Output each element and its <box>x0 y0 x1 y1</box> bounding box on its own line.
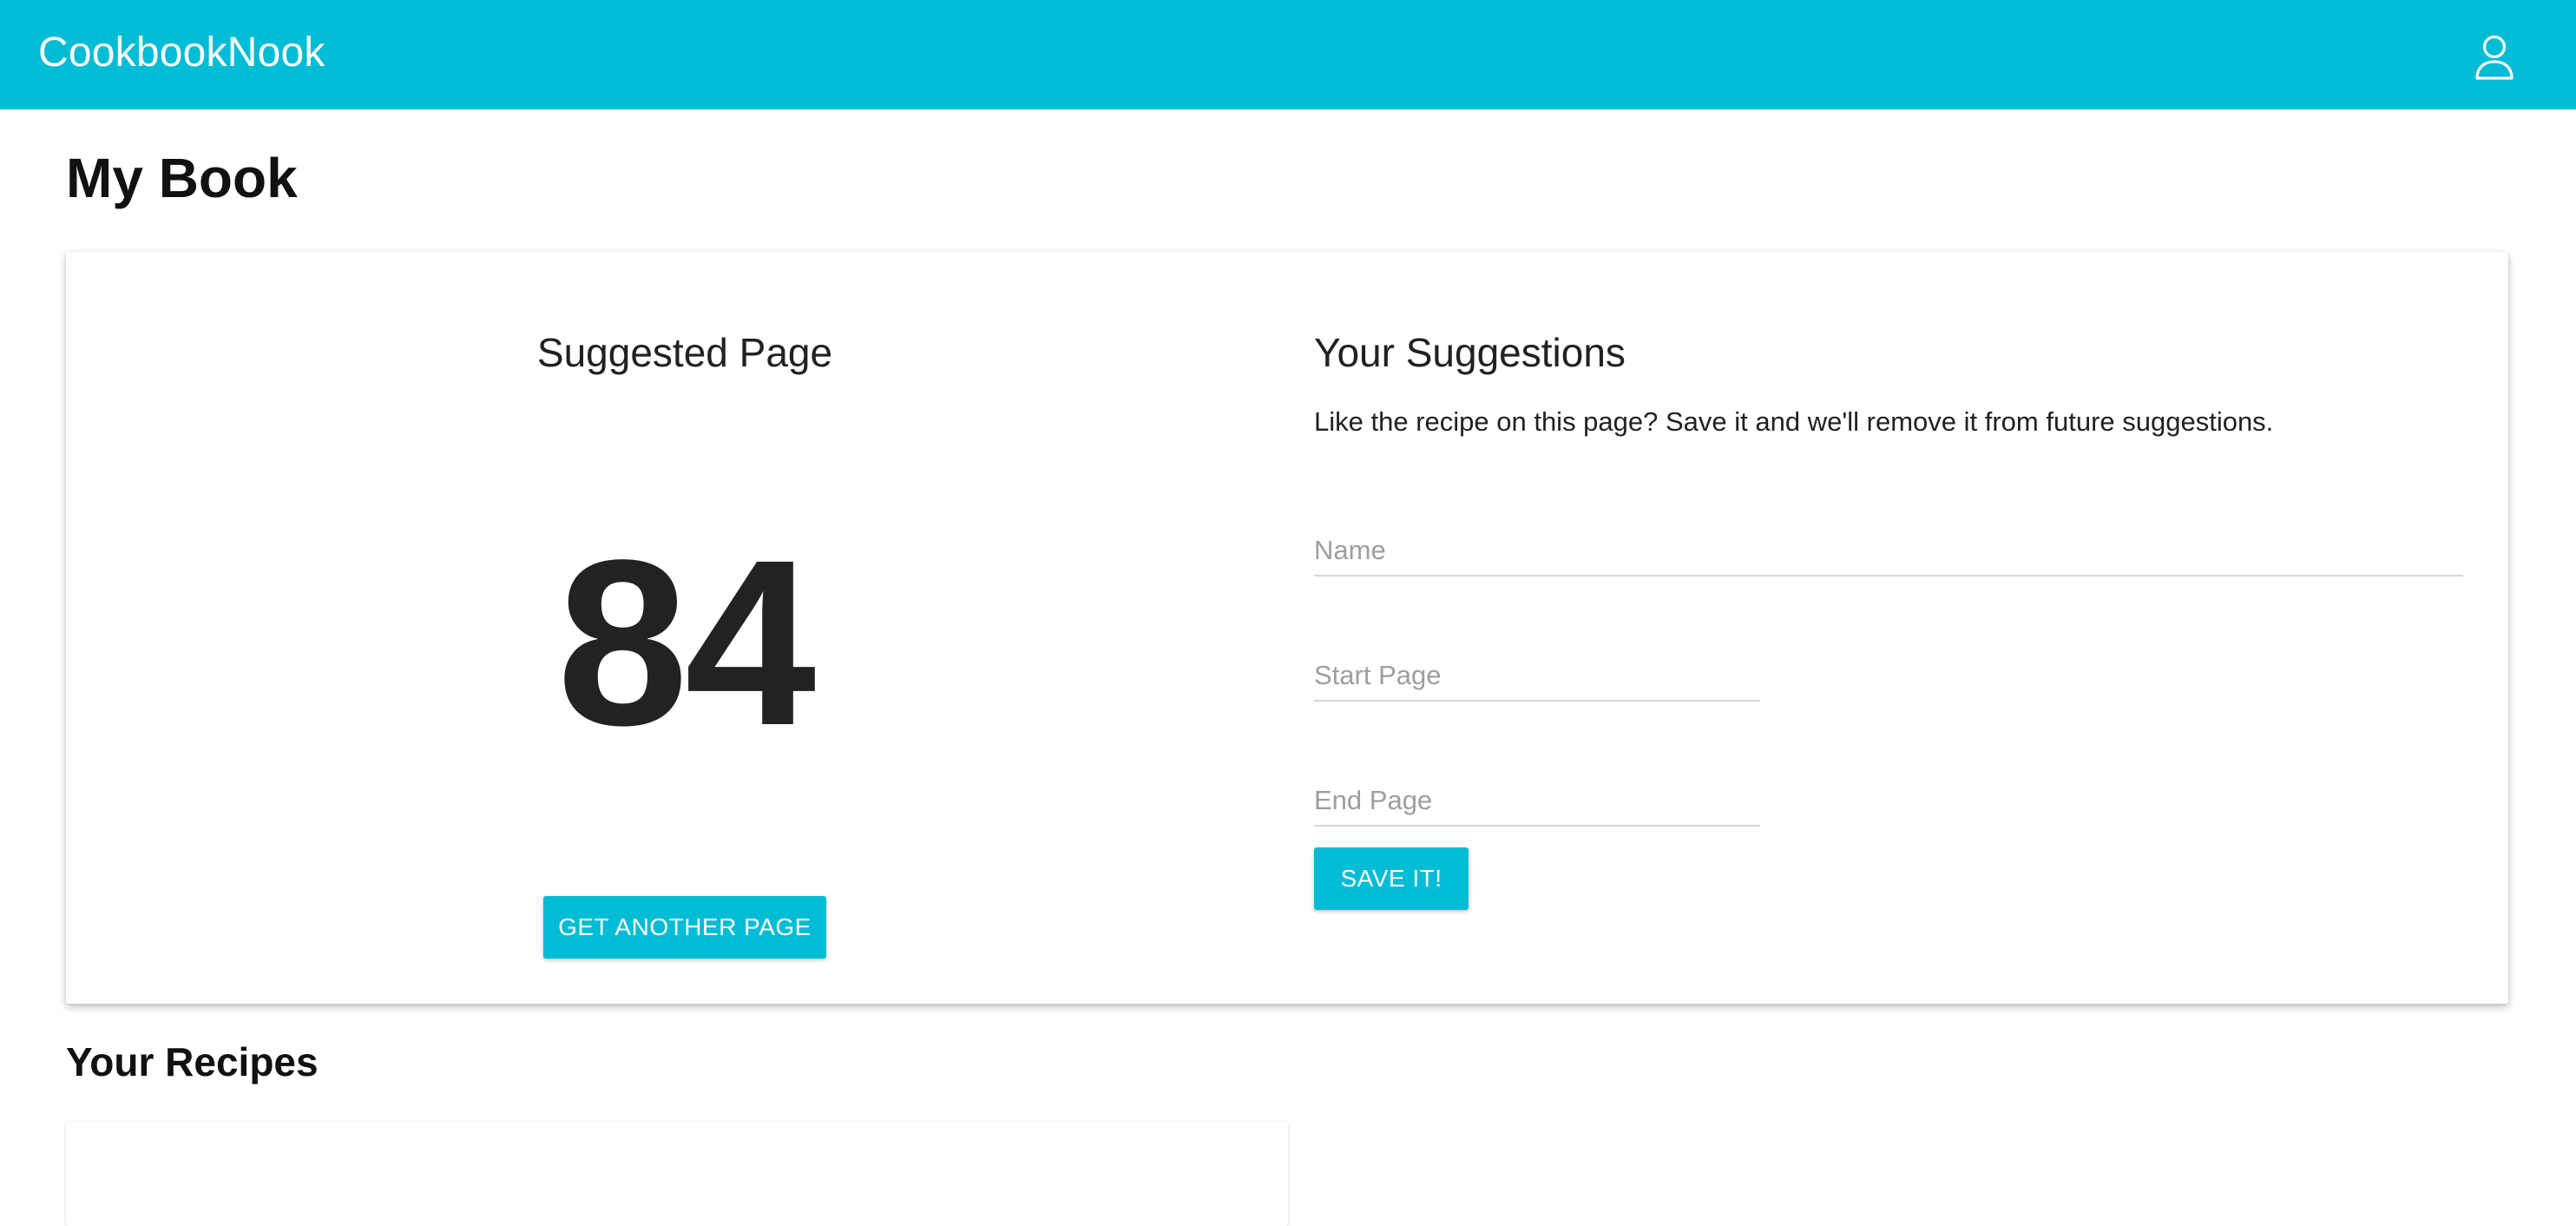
name-input[interactable] <box>1314 526 2463 575</box>
suggested-page-heading: Suggested Page <box>536 330 833 375</box>
suggestion-card: Suggested Page 84 GET ANOTHER PAGE Your … <box>66 252 2508 1004</box>
name-field[interactable] <box>1314 526 2463 577</box>
start-page-input[interactable] <box>1314 651 1760 700</box>
suggestions-helper-text: Like the recipe on this page? Save it an… <box>1314 406 2274 437</box>
get-another-page-button[interactable]: GET ANOTHER PAGE <box>543 896 826 959</box>
suggested-page-number: 84 <box>556 511 817 774</box>
recipes-card <box>66 1122 1288 1226</box>
end-page-input[interactable] <box>1314 776 1760 825</box>
save-it-button[interactable]: SAVE IT! <box>1314 847 1469 910</box>
your-suggestions-heading: Your Suggestions <box>1314 330 1626 375</box>
brand-title[interactable]: CookbookNook <box>38 26 325 80</box>
end-page-field[interactable] <box>1314 776 1760 827</box>
user-account-icon[interactable] <box>2472 33 2517 82</box>
your-recipes-heading: Your Recipes <box>66 1039 319 1084</box>
start-page-field[interactable] <box>1314 651 1760 702</box>
page-title: My Book <box>66 147 298 209</box>
top-app-bar: CookbookNook <box>0 0 2576 109</box>
